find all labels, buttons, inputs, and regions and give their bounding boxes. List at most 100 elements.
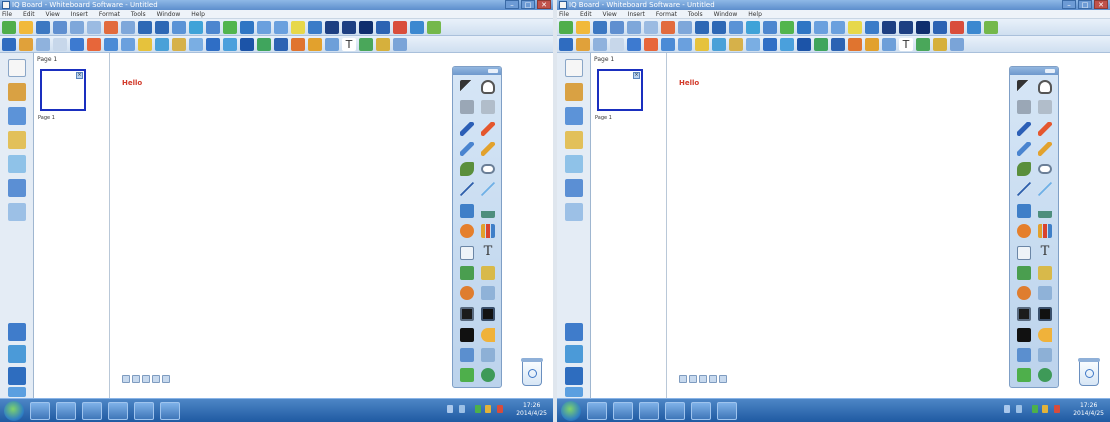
protractor-icon[interactable] [1038, 266, 1052, 280]
menu-item-edit[interactable]: Edit [580, 11, 592, 18]
tray-flag-icon[interactable] [485, 405, 491, 413]
page-thumbnail[interactable]: × [597, 69, 643, 111]
screen-shade-icon[interactable] [460, 307, 474, 321]
clip-art-icon[interactable] [848, 37, 862, 51]
select-icon[interactable] [2, 37, 16, 51]
attachments-icon[interactable] [8, 155, 26, 173]
tool-panel-handle[interactable] [1010, 67, 1058, 75]
first-page-icon[interactable] [679, 375, 687, 383]
menu-item-help[interactable]: Help [191, 11, 205, 18]
open-folder-icon[interactable] [576, 20, 590, 34]
triangle-icon[interactable] [257, 37, 271, 51]
page-sorter-icon[interactable] [565, 59, 583, 77]
menu-item-tools[interactable]: Tools [131, 11, 146, 18]
next-page-icon[interactable] [699, 375, 707, 383]
line-width-icon[interactable] [342, 20, 356, 34]
taskbar-folder-icon[interactable] [613, 402, 633, 420]
pen-color-icon[interactable] [308, 20, 322, 34]
attachments-icon[interactable] [565, 155, 583, 173]
blackboard-icon[interactable] [460, 328, 474, 342]
curve-icon[interactable] [780, 37, 794, 51]
tray-security-icon[interactable] [1032, 405, 1038, 413]
pen-icon[interactable] [1017, 122, 1031, 136]
smart-pen-icon[interactable] [1017, 142, 1031, 156]
redo-icon[interactable] [831, 20, 845, 34]
maximize-button[interactable]: □ [1078, 0, 1092, 9]
screen-capture-icon[interactable] [172, 20, 186, 34]
menu-item-format[interactable]: Format [99, 11, 120, 18]
chart-icon[interactable] [865, 37, 879, 51]
roam-icon[interactable] [36, 37, 50, 51]
fill-icon[interactable] [325, 20, 339, 34]
trash-bin-icon[interactable] [521, 358, 543, 386]
menu-item-file[interactable]: File [2, 11, 12, 18]
close-icon[interactable]: × [76, 72, 83, 79]
subject-tools-icon[interactable] [8, 131, 26, 149]
settings-icon[interactable] [291, 20, 305, 34]
brush-icon[interactable] [1038, 122, 1052, 136]
menu-item-tools[interactable]: Tools [688, 11, 703, 18]
keyboard-icon[interactable] [797, 20, 811, 34]
print-icon[interactable] [70, 20, 84, 34]
triangle-icon[interactable] [1038, 204, 1052, 218]
tray-network-icon[interactable] [447, 405, 453, 413]
image-icon[interactable] [1017, 246, 1031, 260]
next-page-icon[interactable] [142, 375, 150, 383]
minimize-button[interactable]: – [505, 0, 519, 9]
shape-icon[interactable] [797, 37, 811, 51]
highlighter-icon[interactable] [695, 37, 709, 51]
undo-icon[interactable] [814, 20, 828, 34]
tray-volume-icon[interactable] [459, 405, 465, 413]
taskbar-media-icon[interactable] [717, 402, 737, 420]
zoom-in-icon[interactable] [695, 20, 709, 34]
screen-shade-icon[interactable] [1017, 307, 1031, 321]
menu-item-view[interactable]: View [46, 11, 60, 18]
screen-shade-icon[interactable] [189, 20, 203, 34]
taskbar-app-icon[interactable] [691, 402, 711, 420]
magic-pen-icon[interactable] [172, 37, 186, 51]
smart-pen-icon[interactable] [460, 142, 474, 156]
protractor-icon[interactable] [933, 37, 947, 51]
first-page-icon[interactable] [122, 375, 130, 383]
save-as-icon[interactable] [610, 20, 624, 34]
window-mode-icon[interactable] [8, 345, 26, 363]
save-icon[interactable] [36, 20, 50, 34]
blackboard-icon[interactable] [1017, 328, 1031, 342]
text-icon[interactable]: T [342, 37, 356, 51]
link-icon[interactable] [410, 20, 424, 34]
compass-icon[interactable] [950, 37, 964, 51]
magic-pen-icon[interactable] [729, 37, 743, 51]
last-page-icon[interactable] [152, 375, 160, 383]
menu-item-file[interactable]: File [559, 11, 569, 18]
previous-page-icon[interactable] [689, 375, 697, 383]
brush-icon[interactable] [644, 37, 658, 51]
line-icon[interactable] [206, 37, 220, 51]
line-icon[interactable] [763, 37, 777, 51]
exit-icon[interactable] [427, 20, 441, 34]
image-icon[interactable] [325, 37, 339, 51]
roam-icon[interactable] [593, 37, 607, 51]
circle-icon[interactable] [831, 37, 845, 51]
chart-icon[interactable] [1038, 224, 1052, 238]
roam-icon[interactable] [460, 100, 474, 114]
menu-item-window[interactable]: Window [157, 11, 181, 18]
compass-icon[interactable] [481, 286, 495, 300]
image-icon[interactable] [460, 246, 474, 260]
pen-icon[interactable] [627, 37, 641, 51]
eraser-icon[interactable] [1038, 164, 1052, 174]
taskbar-media-icon[interactable] [160, 402, 180, 420]
record-icon[interactable] [223, 20, 237, 34]
start-button-icon[interactable] [561, 401, 581, 421]
undo-icon[interactable] [257, 20, 271, 34]
screen-shade-icon[interactable] [746, 20, 760, 34]
taskbar-document-icon[interactable] [639, 402, 659, 420]
chart-icon[interactable] [308, 37, 322, 51]
taskbar-folder-icon[interactable] [56, 402, 76, 420]
ruler-icon[interactable] [359, 37, 373, 51]
laser-pen-icon[interactable] [121, 37, 135, 51]
spotlight-icon[interactable] [481, 307, 495, 321]
texture-pen-icon[interactable] [460, 162, 474, 176]
protractor-icon[interactable] [376, 37, 390, 51]
zoom-out-icon[interactable] [155, 20, 169, 34]
maximize-button[interactable]: □ [521, 0, 535, 9]
